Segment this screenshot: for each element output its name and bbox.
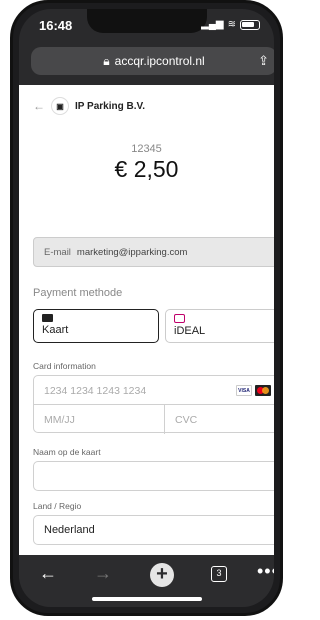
more-icon[interactable]: ••• [257, 561, 274, 582]
notch [86, 9, 207, 33]
tabs-button[interactable]: 3 [211, 566, 227, 582]
email-value: marketing@ipparking.com [76, 246, 188, 258]
home-indicator [91, 597, 202, 601]
country-select[interactable]: Nederland ⌄ [33, 515, 274, 545]
email-label: E-mail [44, 246, 71, 258]
status-time: 16:48 [39, 18, 73, 33]
card-info-group: 1234 1234 1243 1234 VISA MM/JJ CVC [33, 375, 274, 434]
battery-icon [240, 19, 260, 30]
country-value: Nederland [44, 524, 95, 536]
tab-card-label: Kaart [42, 324, 69, 336]
merchant-name: IP Parking B.V. [75, 100, 146, 112]
card-number-input[interactable]: 1234 1234 1243 1234 VISA [34, 376, 274, 405]
ideal-icon [174, 314, 185, 323]
expiry-placeholder: MM/JJ [44, 414, 75, 426]
new-tab-icon[interactable]: + [150, 563, 174, 587]
card-icon [42, 314, 53, 322]
payment-reference: 12345 [131, 143, 162, 155]
tab-card[interactable]: Kaart [33, 309, 159, 343]
forward-icon[interactable]: → [94, 563, 112, 584]
card-info-label: Card information [33, 361, 96, 371]
url-text: accqr.ipcontrol.nl [114, 54, 205, 68]
status-bar: 16:48 ▂▄▆ ≋ [19, 9, 274, 41]
expiry-input[interactable]: MM/JJ [34, 405, 165, 434]
signal-icon: ▂▄▆ [201, 19, 224, 30]
tab-ideal-label: iDEAL [174, 325, 206, 337]
name-on-card-input[interactable] [33, 461, 274, 491]
phone-frame: 16:48 ▂▄▆ ≋ 🔒︎ accqr.ipcontrol.nl ⇪ ← ▣ … [10, 0, 283, 616]
browser-toolbar: ← → + 3 ••• [19, 555, 274, 607]
visa-icon: VISA [236, 385, 252, 396]
share-icon[interactable]: ⇪ [258, 53, 269, 69]
payment-method-title: Payment methode [33, 287, 123, 299]
screen: 16:48 ▂▄▆ ≋ 🔒︎ accqr.ipcontrol.nl ⇪ ← ▣ … [19, 9, 274, 607]
card-number-placeholder: 1234 1234 1243 1234 [44, 385, 147, 397]
card-brands: VISA [236, 385, 274, 396]
checkout-page: ← ▣ IP Parking B.V. 12345 € 2,50 E-mail … [19, 85, 274, 555]
name-on-card-label: Naam op de kaart [33, 447, 101, 457]
lock-icon: 🔒︎ [103, 53, 110, 68]
address-bar[interactable]: 🔒︎ accqr.ipcontrol.nl ⇪ [31, 47, 274, 75]
email-field[interactable]: E-mail marketing@ipparking.com [33, 237, 274, 267]
cvc-placeholder: CVC [175, 414, 198, 426]
payment-amount: € 2,50 [114, 156, 179, 182]
back-icon[interactable]: ← [39, 563, 57, 584]
country-label: Land / Regio [33, 501, 82, 511]
tab-ideal[interactable]: iDEAL [165, 309, 274, 343]
status-icons: ▂▄▆ ≋ [201, 19, 260, 30]
cvc-input[interactable]: CVC [165, 405, 274, 434]
mastercard-icon [255, 385, 271, 396]
merchant-logo: ▣ [51, 97, 69, 115]
wifi-icon: ≋ [227, 19, 236, 30]
back-arrow-icon[interactable]: ← [33, 99, 45, 113]
merchant-header: ← ▣ IP Parking B.V. [33, 97, 145, 115]
